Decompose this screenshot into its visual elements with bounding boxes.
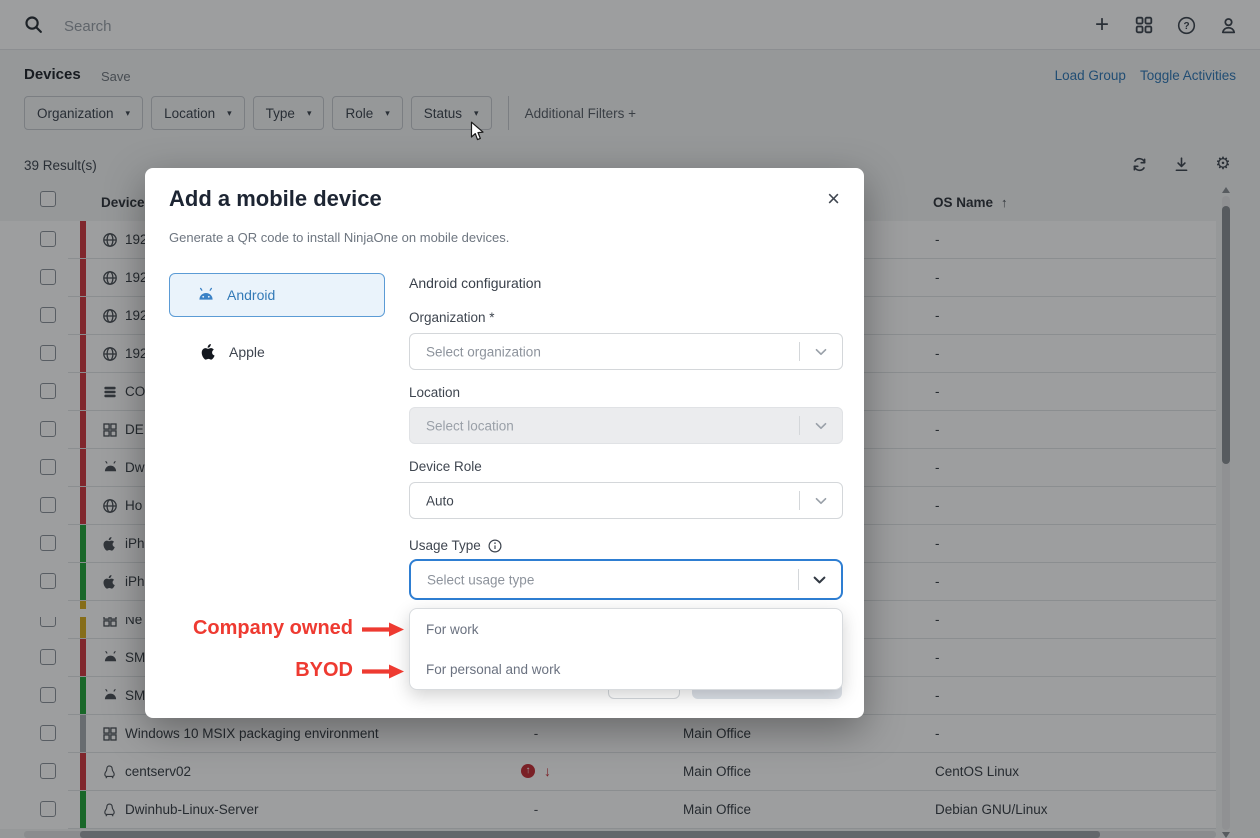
tab-apple-label: Apple: [229, 344, 265, 360]
usage-type-placeholder: Select usage type: [427, 572, 534, 587]
dropdown-option-for-personal-and-work[interactable]: For personal and work: [410, 649, 842, 689]
organization-label: Organization *: [409, 310, 495, 325]
device-role-value: Auto: [426, 493, 454, 508]
annotation-company-owned: Company owned: [60, 617, 353, 640]
info-icon[interactable]: [488, 539, 502, 553]
location-select: Select location: [409, 407, 843, 444]
chevron-down-icon: [815, 497, 827, 505]
chevron-down-icon: [813, 575, 826, 584]
modal-title: Add a mobile device: [169, 186, 382, 212]
select-separator: [799, 342, 800, 361]
select-separator: [798, 569, 799, 590]
close-icon[interactable]: ×: [827, 188, 840, 210]
location-placeholder: Select location: [426, 418, 514, 433]
annotation-byod: BYOD: [60, 659, 353, 682]
select-separator: [799, 491, 800, 510]
organization-placeholder: Select organization: [426, 344, 541, 359]
android-icon: [196, 287, 216, 303]
modal-subtitle: Generate a QR code to install NinjaOne o…: [169, 230, 509, 245]
tab-android[interactable]: Android: [169, 273, 385, 317]
section-title: Android configuration: [409, 275, 541, 291]
chevron-down-icon: [815, 422, 827, 430]
organization-select[interactable]: Select organization: [409, 333, 843, 370]
chevron-down-icon: [815, 348, 827, 356]
tab-apple[interactable]: Apple: [169, 332, 385, 372]
dropdown-option-for-work[interactable]: For work: [410, 609, 842, 649]
arrow-right-icon: [361, 622, 405, 637]
device-role-label: Device Role: [409, 459, 482, 474]
apple-icon: [200, 343, 216, 361]
usage-type-label: Usage Type: [409, 538, 502, 553]
app-window: + ? Devices Save Load Group Toggle Activ…: [0, 0, 1260, 838]
select-separator: [799, 416, 800, 435]
arrow-right-icon: [361, 664, 405, 679]
usage-type-dropdown: For work For personal and work: [409, 608, 843, 690]
location-label: Location: [409, 385, 460, 400]
device-role-select[interactable]: Auto: [409, 482, 843, 519]
tab-android-label: Android: [227, 287, 275, 303]
usage-type-select[interactable]: Select usage type: [409, 559, 843, 600]
